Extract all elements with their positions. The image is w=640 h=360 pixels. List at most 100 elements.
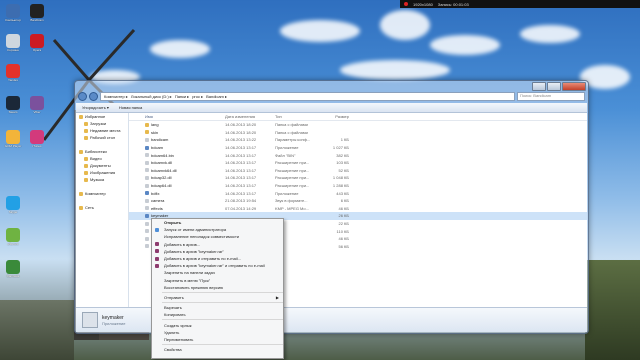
table-row[interactable]: lang 14.06.2013 18:20 Папка с файлами <box>129 121 587 129</box>
menu-item-label: Добавить в архив "keymaker.rar" <box>164 248 224 254</box>
desktop-icon[interactable]: uTorrent <box>2 228 24 247</box>
forward-button[interactable] <box>89 92 98 101</box>
file-name-text: bdcamvk.dll <box>151 160 173 166</box>
resolution-label: 1920x1080 <box>413 1 433 7</box>
menu-item[interactable]: Закрепить на панели задач <box>152 269 283 276</box>
sidebar-item[interactable]: Недавние места <box>76 127 128 134</box>
file-date: 14.06.2013 13:17 <box>225 145 257 151</box>
file-icon <box>145 244 149 249</box>
menu-item[interactable]: Копировать <box>152 311 283 318</box>
file-name-text: skin <box>151 129 159 135</box>
desktop-icon[interactable]: Корзина <box>2 34 24 53</box>
sidebar-item[interactable]: Изображения <box>76 169 128 176</box>
menu-item[interactable]: Переименовать <box>152 336 283 343</box>
desktop-icon[interactable]: iTunes <box>26 130 48 149</box>
menu-item[interactable]: Запуск от имени администратора <box>152 226 283 233</box>
file-type: Расширение при... <box>275 175 310 181</box>
breadcrumb-item[interactable]: proс ▸ <box>192 94 203 99</box>
menu-item[interactable]: Вырезать <box>152 304 283 311</box>
table-row[interactable]: bdcap32.dll 14.06.2013 13:17 Расширение пр… <box>129 174 587 182</box>
col-name[interactable]: Имя <box>129 114 225 119</box>
menu-item-label: Добавить в архив "keymaker.rar" и отправ… <box>164 263 265 269</box>
menu-item[interactable]: Добавить в архив... <box>152 241 283 248</box>
menu-item[interactable]: Добавить в архив "keymaker.rar" и отправ… <box>152 262 283 269</box>
sidebar-item[interactable]: Сеть <box>76 204 128 211</box>
sidebar-item[interactable]: Музыка <box>76 176 128 183</box>
breadcrumb-item[interactable]: Папки ▸ <box>175 94 189 99</box>
desktop-icon[interactable]: Opera <box>26 34 48 53</box>
table-row[interactable]: bdcam 14.06.2013 13:17 Приложение 1 027 КБ <box>129 144 587 152</box>
desktop-icon[interactable]: Yandex <box>2 64 24 83</box>
folder-icon <box>84 170 88 175</box>
sidebar-item[interactable]: Компьютер <box>76 190 128 197</box>
file-icon <box>145 206 149 211</box>
desktop-icon-label: Viber <box>33 110 41 114</box>
back-button[interactable] <box>78 92 87 101</box>
desktop-icon[interactable]: Viber <box>26 96 48 115</box>
table-row[interactable]: bdcamvk64.dll 14.06.2013 13:17 Расширение … <box>129 167 587 175</box>
desktop-icon[interactable]: Steam <box>2 96 24 115</box>
col-date[interactable]: Дата изменения <box>225 114 275 119</box>
menu-item-icon <box>155 242 159 247</box>
col-size[interactable]: Размер <box>317 114 349 119</box>
desktop-icon[interactable]: Bandicam <box>26 4 48 23</box>
record-icon <box>404 2 408 6</box>
desktop-icon[interactable]: Camtasia <box>2 260 24 279</box>
breadcrumb-item[interactable]: Локальный диск (D:) ▸ <box>131 94 172 99</box>
table-row[interactable]: bdfix 14.06.2013 13:17 Приложение 443 КБ <box>129 189 587 197</box>
sidebar-item[interactable]: Избранное <box>76 113 128 120</box>
file-date: 14.06.2013 13:17 <box>225 175 257 181</box>
col-type[interactable]: Тип <box>275 114 317 119</box>
sidebar-item[interactable]: Загрузки <box>76 120 128 127</box>
table-row[interactable]: bdcap64.dll 14.06.2013 13:17 Расширение пр… <box>129 182 587 190</box>
organize-button[interactable]: Упорядочить ▾ <box>82 105 109 110</box>
file-size: 6 КБ <box>340 198 349 204</box>
close-button[interactable] <box>562 82 586 91</box>
sidebar-item[interactable]: Видео <box>76 155 128 162</box>
desktop-icon[interactable]: GOM Player <box>2 130 24 149</box>
table-row[interactable]: effects 07.04.2013 14:29 KMP - MPEG Mo... 4… <box>129 205 587 213</box>
maximize-button[interactable] <box>547 82 561 91</box>
menu-item[interactable]: Удалить <box>152 329 283 336</box>
menu-item[interactable]: Создать ярлык <box>152 321 283 328</box>
address-bar[interactable]: Компьютер ▸ Локальный диск (D:) ▸ Папки ▸ p… <box>100 92 515 101</box>
app-icon <box>6 34 20 48</box>
table-row[interactable]: bdcam64.bin 14.06.2013 13:17 Файл "BIN" 382… <box>129 151 587 159</box>
table-row[interactable]: bandicam 14.06.2013 13:22 Параметры конф..… <box>129 136 587 144</box>
menu-item-label: Добавить в архив... <box>164 241 201 247</box>
file-type: KMP - MPEG Mo... <box>275 205 309 211</box>
table-row[interactable]: camera 21.08.2013 19:54 Звук в формате... 6… <box>129 197 587 205</box>
breadcrumb-item[interactable]: Компьютер ▸ <box>104 94 128 99</box>
app-icon <box>30 34 44 48</box>
sidebar-item-label: Видео <box>90 156 102 161</box>
search-input[interactable]: Поиск: Bandicam <box>517 92 585 101</box>
menu-item[interactable]: Добавить в архив и отправить по e-mail..… <box>152 255 283 262</box>
file-type: Расширение при... <box>275 167 310 173</box>
folder-icon <box>84 163 88 168</box>
menu-item[interactable]: Исправление неполадок совместимости <box>152 233 283 240</box>
table-row[interactable]: bdcamvk.dll 14.06.2013 13:17 Расширение пр… <box>129 159 587 167</box>
menu-item[interactable]: Закрепить в меню "Пуск" <box>152 277 283 284</box>
menu-item[interactable]: Восстановить прежнюю версию <box>152 284 283 291</box>
cloud <box>520 25 580 43</box>
file-name: bdcamvk64.dll <box>129 168 225 173</box>
new-folder-button[interactable]: Новая папка <box>119 105 142 110</box>
file-date: 14.06.2013 13:22 <box>225 137 257 143</box>
menu-item[interactable]: Открыть <box>152 219 283 226</box>
minimize-button[interactable] <box>532 82 546 91</box>
file-name: bandicam <box>129 137 225 142</box>
menu-item[interactable]: Свойства <box>152 346 283 353</box>
folder-icon <box>84 128 88 133</box>
sidebar-item[interactable]: Документы <box>76 162 128 169</box>
breadcrumb-item[interactable]: Bandicam ▸ <box>206 94 227 99</box>
sidebar-item-label: Изображения <box>90 170 116 175</box>
desktop-icon[interactable]: Skype <box>2 196 24 215</box>
desktop-icon[interactable]: Компьютер <box>2 4 24 23</box>
file-icon <box>145 183 149 188</box>
sidebar-item[interactable]: Библиотеки <box>76 148 128 155</box>
menu-item[interactable]: Отправить ▶ <box>152 294 283 301</box>
menu-item[interactable]: Добавить в архив "keymaker.rar" <box>152 248 283 255</box>
sidebar-item[interactable]: Рабочий стол <box>76 134 128 141</box>
table-row[interactable]: skin 14.06.2013 18:20 Папка с файлами <box>129 129 587 137</box>
file-size: 56 КБ <box>338 243 349 249</box>
